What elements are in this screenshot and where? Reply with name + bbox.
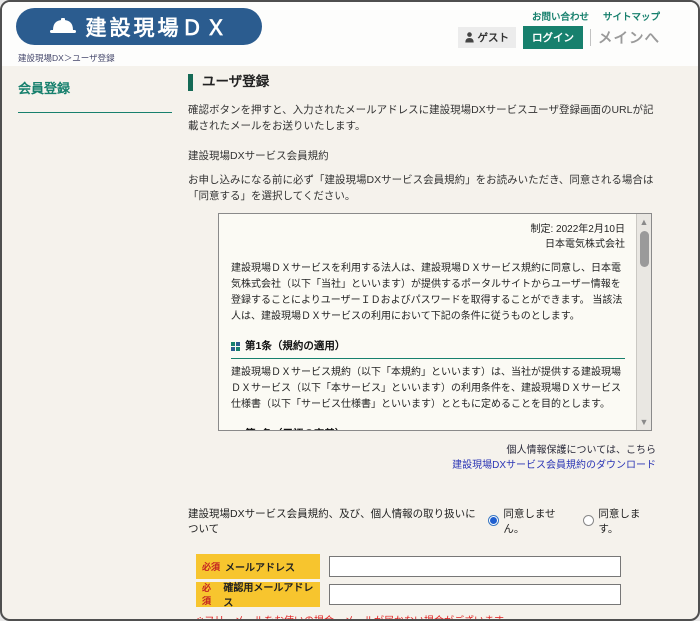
terms-download-link[interactable]: 建設現場DXサービス会員規約のダウンロード [452,460,656,471]
article-1-heading: 第1条（規約の適用） [231,338,625,359]
radio-disagree-label[interactable]: 同意しません。 [503,506,571,536]
site-logo[interactable]: 建設現場ＤＸ [16,8,262,45]
page-body: 会員登録 ユーザ登録 確認ボタンを押すと、入力されたメールアドレスに建設現場DX… [2,66,698,619]
freemail-note: ※フリーメールをお使いの場合、メールが届かない場合がございます。 [196,612,656,619]
email-input[interactable] [329,555,621,577]
email-row: 必須 メールアドレス [196,553,656,579]
email-confirm-label: 必須 確認用メールアドレス [196,581,320,609]
scroll-up-icon[interactable]: ▲ [637,217,651,227]
contact-link[interactable]: お問い合わせ [532,9,589,23]
divider [590,29,591,46]
required-badge: 必須 [202,561,221,572]
aux-links: 個人情報保護については、こちら 建設現場DXサービス会員規約のダウンロード [188,443,656,474]
terms-established-date: 制定: 2022年2月10日 [530,223,626,235]
page-title: ユーザ登録 [188,74,656,91]
radio-disagree[interactable] [488,515,500,527]
article-2-heading: 第2条（用語の定義） [231,426,625,430]
scroll-down-icon[interactable]: ▼ [637,417,651,427]
agreement-row: 建設現場DXサービス会員規約、及び、個人情報の取り扱いについて 同意しません。 … [188,506,656,536]
terms-content: 制定: 2022年2月10日 日本電気株式会社 建設現場ＤＸサービスを利用する法… [219,214,651,430]
page-card: 建設現場ＤＸ お問い合わせ サイトマップ ゲスト ログイン メインへ 建設現場D… [0,0,700,621]
terms-instruction: お申し込みになる前に必ず「建設現場DXサービス会員規約」をお読みいただき、同意さ… [188,174,654,203]
email-form: 必須 メールアドレス 必須 確認用メールアドレス ※フリーメールをお使いの場合、… [196,553,656,619]
hardhat-icon [49,17,77,36]
email-confirm-input[interactable] [329,583,621,605]
radio-agree-label[interactable]: 同意します。 [598,506,656,536]
terms-scrollbar[interactable]: ▲ ▼ [636,213,651,430]
email-label: 必須 メールアドレス [196,553,320,579]
guest-badge: ゲスト [457,27,516,48]
terms-scrollbox[interactable]: 制定: 2022年2月10日 日本電気株式会社 建設現場ＤＸサービスを利用する法… [218,212,652,431]
scrollbar-thumb[interactable] [640,230,649,267]
intro-text: 確認ボタンを押すと、入力されたメールアドレスに建設現場DXサービスユーザ登録画面… [188,103,654,132]
user-icon [464,32,474,43]
sitemap-link[interactable]: サイトマップ [603,9,660,23]
guest-label: ゲスト [477,32,510,44]
radio-agree[interactable] [583,515,595,527]
sidebar-title: 会員登録 [18,78,172,113]
terms-meta: 制定: 2022年2月10日 日本電気株式会社 [231,222,626,252]
utility-links: お問い合わせ サイトマップ [532,9,660,23]
article-1-body: 建設現場ＤＸサービス規約（以下「本規約」といいます）は、当社が提供する建設現場Ｄ… [231,366,621,410]
account-bar: ゲスト ログイン メインへ [457,26,661,49]
terms-preamble: 建設現場ＤＸサービスを利用する法人は、建設現場ＤＸサービス規約に同意し、日本電気… [231,262,623,322]
main-content: ユーザ登録 確認ボタンを押すと、入力されたメールアドレスに建設現場DXサービスユ… [188,66,656,619]
login-button[interactable]: ログイン [523,26,583,49]
site-logo-text: 建設現場ＤＸ [85,16,230,40]
terms-title: 建設現場DXサービス会員規約 [188,150,329,163]
section-grid-icon [231,341,240,351]
breadcrumb[interactable]: 建設現場DX＞ユーザ登録 [18,52,115,64]
terms-company-name: 日本電気株式会社 [545,238,625,250]
header: 建設現場ＤＸ お問い合わせ サイトマップ ゲスト ログイン メインへ 建設現場D… [2,2,698,66]
agreement-prompt: 建設現場DXサービス会員規約、及び、個人情報の取り扱いについて [188,507,476,535]
required-badge: 必須 [202,583,212,607]
sidebar: 会員登録 [2,66,188,619]
section-grid-icon [231,429,240,430]
email-confirm-row: 必須 確認用メールアドレス [196,581,656,609]
main-link[interactable]: メインへ [598,27,660,48]
privacy-link[interactable]: 個人情報保護については、こちら [507,445,657,456]
